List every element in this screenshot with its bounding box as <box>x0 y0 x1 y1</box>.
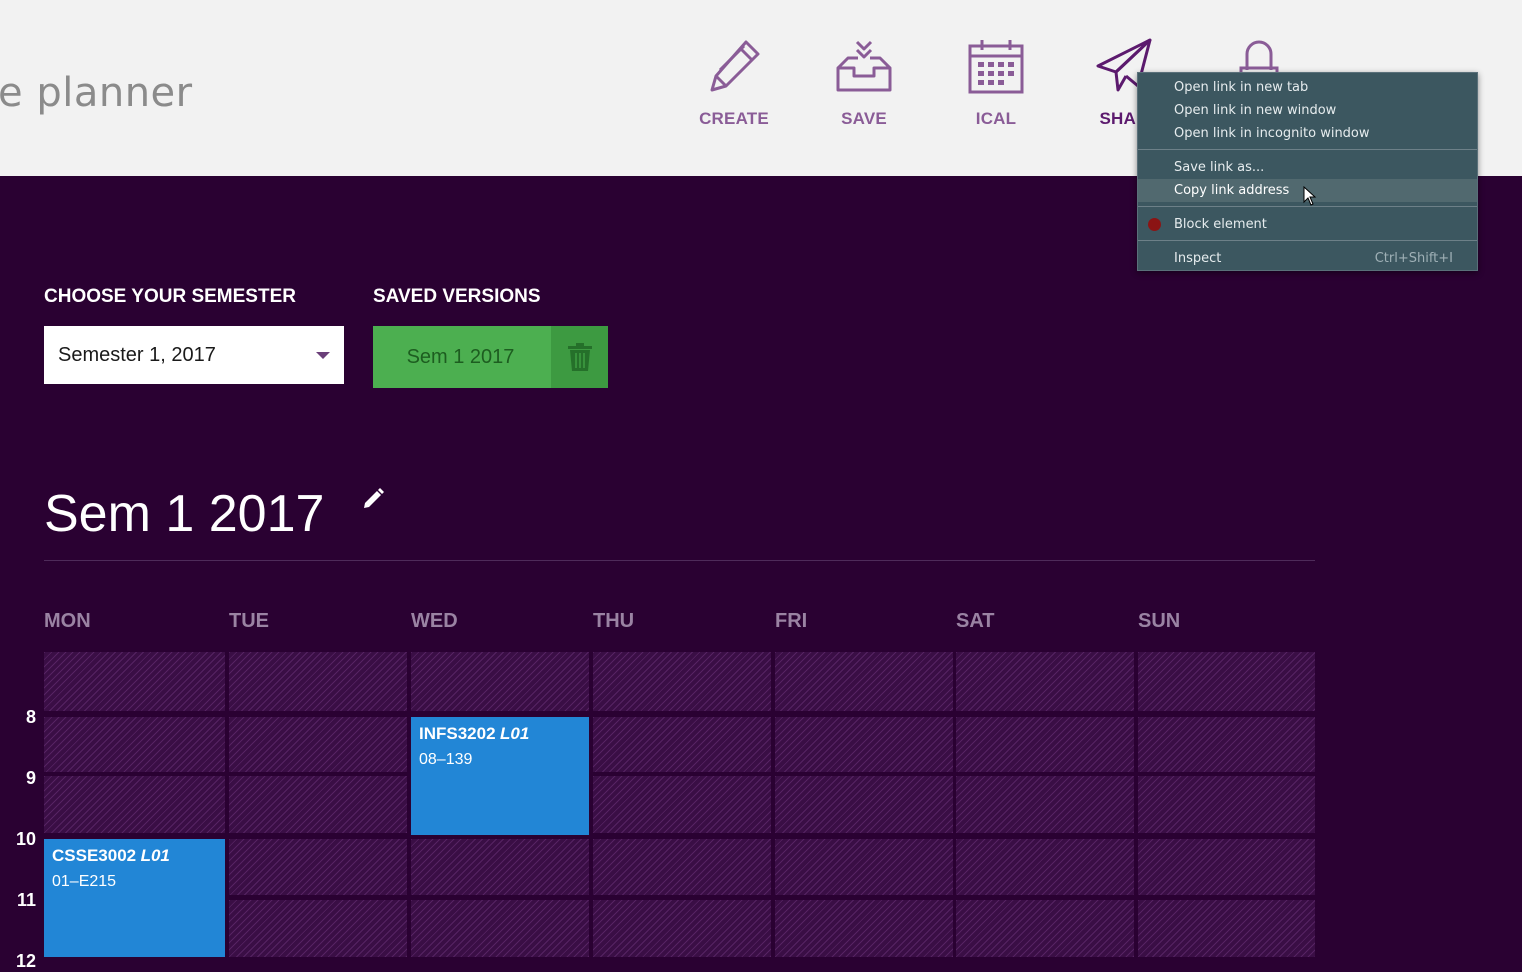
nav-create-button[interactable]: CREATE <box>674 36 794 129</box>
timetable-cell[interactable] <box>956 776 1134 833</box>
menu-item-inspect-shortcut: Ctrl+Shift+I <box>1374 251 1453 266</box>
mouse-cursor-icon <box>1303 186 1317 206</box>
menu-separator <box>1138 149 1477 150</box>
delete-version-button[interactable] <box>551 326 608 388</box>
class-room: 01–E215 <box>52 873 117 890</box>
day-header-sat: SAT <box>956 610 995 632</box>
menu-item-inspect[interactable]: Inspect Ctrl+Shift+I <box>1138 247 1477 270</box>
plan-title: Sem 1 2017 <box>44 485 325 543</box>
class-room: 08–139 <box>419 751 473 768</box>
day-header-sun: SUN <box>1138 610 1181 632</box>
calendar-icon <box>968 40 1024 94</box>
timetable-cell[interactable] <box>1138 652 1315 711</box>
trash-icon <box>568 343 592 371</box>
timetable-cell[interactable] <box>775 839 953 895</box>
timetable-cell[interactable] <box>411 652 589 711</box>
nav-save-button[interactable]: SAVE <box>804 36 924 129</box>
timetable-cell[interactable] <box>1138 839 1315 895</box>
ublock-icon <box>1148 218 1161 231</box>
timetable-cell[interactable] <box>44 652 225 711</box>
semester-select[interactable]: Semester 1, 2017 <box>44 326 344 384</box>
timetable-cell[interactable] <box>593 900 771 957</box>
context-menu: Open link in new tab Open link in new wi… <box>1137 72 1478 271</box>
edit-pencil-icon[interactable] <box>361 487 385 511</box>
day-header-thu: THU <box>593 610 635 632</box>
day-header-mon: MON <box>44 610 91 632</box>
app-brand: e planner <box>0 70 193 116</box>
timetable-cell[interactable] <box>1138 776 1315 833</box>
chevron-down-icon <box>316 352 330 359</box>
hour-label-11: 11 <box>16 890 36 910</box>
timetable-cell[interactable] <box>44 776 225 833</box>
semester-select-value: Semester 1, 2017 <box>58 344 216 366</box>
timetable-cell[interactable] <box>956 652 1134 711</box>
hour-label-12: 12 <box>15 951 36 971</box>
hour-label-8: 8 <box>25 707 36 727</box>
timetable-cell[interactable] <box>229 839 407 895</box>
timetable-cell[interactable] <box>775 652 953 711</box>
saved-version-item: Sem 1 2017 <box>373 326 608 388</box>
menu-item-block-element[interactable]: Block element <box>1138 213 1477 236</box>
class-section: L01 <box>140 846 170 865</box>
day-header-wed: WED <box>411 610 458 632</box>
title-divider <box>44 560 1315 561</box>
timetable-cell[interactable] <box>775 776 953 833</box>
timetable-cell[interactable] <box>956 717 1134 772</box>
timetable-cell[interactable] <box>1138 717 1315 772</box>
timetable-cell[interactable] <box>775 717 953 772</box>
menu-separator <box>1138 206 1477 207</box>
menu-item-block-element-label: Block element <box>1174 217 1267 232</box>
day-header-fri: FRI <box>775 610 808 632</box>
timetable-cell[interactable] <box>229 717 407 772</box>
nav-save-label: SAVE <box>841 109 887 128</box>
timetable-cell[interactable] <box>44 717 225 772</box>
timetable-cell[interactable] <box>229 652 407 711</box>
timetable-cell[interactable] <box>593 652 771 711</box>
inbox-download-icon <box>836 40 892 92</box>
hour-label-10: 10 <box>15 829 36 849</box>
timetable-cell[interactable] <box>229 776 407 833</box>
timetable-cell[interactable] <box>411 839 589 895</box>
menu-item-save-link-as[interactable]: Save link as... <box>1138 156 1477 179</box>
nav-ical-button[interactable]: ICAL <box>936 36 1056 129</box>
timetable-cell[interactable] <box>593 839 771 895</box>
menu-item-open-new-window[interactable]: Open link in new window <box>1138 99 1477 122</box>
class-code: INFS3202 <box>419 724 496 743</box>
nav-ical-label: ICAL <box>975 109 1017 128</box>
timetable-cell[interactable] <box>593 717 771 772</box>
pencil-icon <box>710 40 760 92</box>
menu-item-open-new-tab[interactable]: Open link in new tab <box>1138 76 1477 99</box>
saved-versions-label: SAVED VERSIONS <box>373 286 541 307</box>
class-section: L01 <box>500 724 530 743</box>
day-header-tue: TUE <box>229 610 269 632</box>
class-code: CSSE3002 <box>52 846 137 865</box>
class-block-infs3202[interactable]: INFS3202 L01 08–139 <box>411 717 589 835</box>
hour-label-9: 9 <box>25 768 36 788</box>
saved-version-button[interactable]: Sem 1 2017 <box>373 326 548 388</box>
timetable-cell[interactable] <box>956 839 1134 895</box>
nav-create-label: CREATE <box>699 109 769 128</box>
timetable-cell[interactable] <box>229 900 407 957</box>
timetable-cell[interactable] <box>775 900 953 957</box>
timetable-cell[interactable] <box>1138 900 1315 957</box>
menu-item-inspect-label: Inspect <box>1174 251 1222 266</box>
timetable-cell[interactable] <box>593 776 771 833</box>
timetable-cell[interactable] <box>956 900 1134 957</box>
menu-item-open-incognito[interactable]: Open link in incognito window <box>1138 122 1477 145</box>
timetable-cell[interactable] <box>411 900 589 957</box>
semester-section-label: CHOOSE YOUR SEMESTER <box>44 286 296 307</box>
class-block-csse3002[interactable]: CSSE3002 L01 01–E215 <box>44 839 225 957</box>
menu-separator <box>1138 240 1477 241</box>
